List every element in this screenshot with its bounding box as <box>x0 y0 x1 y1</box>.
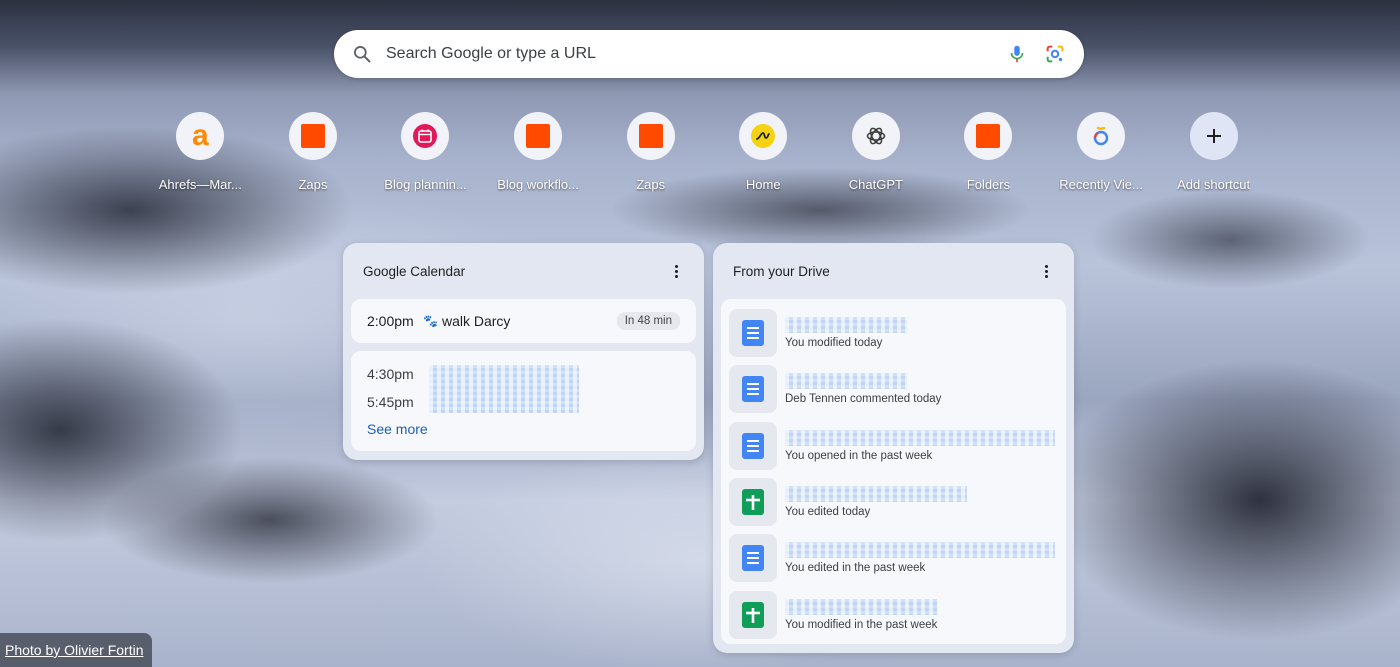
drive-card: From your Drive You modified today Deb T… <box>713 243 1074 653</box>
event-name: walk Darcy <box>441 313 511 329</box>
calendar-card: Google Calendar 2:00pm 🐾 walk Darcy In 4… <box>343 243 704 460</box>
search-box[interactable]: Search Google or type a URL <box>334 30 1084 78</box>
openai-icon <box>851 112 900 160</box>
file-activity: You edited today <box>785 506 871 519</box>
more-options-icon[interactable] <box>1038 263 1054 279</box>
event-countdown-badge: In 48 min <box>616 312 680 330</box>
drive-file-row[interactable]: Deb Tennen commented today <box>729 361 1058 417</box>
search-input[interactable]: Search Google or type a URL <box>386 45 990 63</box>
shortcut-folders[interactable]: Folders <box>932 112 1045 192</box>
redacted-file-name <box>785 429 1055 446</box>
search-icon <box>354 46 371 63</box>
drive-file-row[interactable]: You modified in the past week <box>729 586 1058 642</box>
file-activity: You modified in the past week <box>785 618 938 631</box>
file-activity: You opened in the past week <box>785 449 933 462</box>
shortcut-label: Folders <box>966 177 1011 192</box>
colorful-ring-icon <box>1077 112 1126 160</box>
drive-file-row[interactable]: You edited in the past week <box>729 530 1058 586</box>
voice-search-icon[interactable] <box>1006 43 1028 65</box>
calendar-app-icon <box>401 112 450 160</box>
photo-credit-link[interactable]: Photo by Olivier Fortin <box>5 642 144 658</box>
paw-emoji-icon: 🐾 <box>423 314 438 328</box>
zapier-square-icon <box>626 112 675 160</box>
redacted-file-name <box>785 317 907 334</box>
shortcut-home[interactable]: Home <box>707 112 820 192</box>
add-shortcut-button[interactable]: Add shortcut <box>1157 112 1270 192</box>
shortcut-recently-viewed[interactable]: Recently Vie... <box>1045 112 1158 192</box>
drive-file-row[interactable]: You edited today <box>729 474 1058 530</box>
redacted-file-name <box>785 486 967 503</box>
google-docs-icon <box>729 534 777 583</box>
shortcut-label: Blog plannin... <box>384 177 467 192</box>
shortcut-label: Recently Vie... <box>1059 177 1143 192</box>
drive-card-title: From your Drive <box>733 263 830 279</box>
google-docs-icon <box>729 365 777 414</box>
more-options-icon[interactable] <box>668 263 684 279</box>
zapier-square-icon <box>288 112 337 160</box>
yellow-circle-logo-icon <box>739 112 788 160</box>
drive-file-row[interactable]: You opened in the past week <box>729 418 1058 474</box>
shortcut-chatgpt[interactable]: ChatGPT <box>820 112 933 192</box>
ahrefs-icon: a <box>176 112 225 160</box>
google-sheets-icon <box>729 590 777 639</box>
shortcut-label: Add shortcut <box>1177 177 1251 192</box>
redacted-event-titles <box>429 365 579 413</box>
shortcut-label: Ahrefs—Mar... <box>158 177 242 192</box>
plus-icon <box>1189 112 1238 160</box>
shortcut-label: Zaps <box>298 177 328 192</box>
redacted-file-name <box>785 373 907 390</box>
later-events: 4:30pm 5:45pm See more <box>351 351 696 451</box>
google-lens-icon[interactable] <box>1044 43 1066 65</box>
drive-file-list: You modified today Deb Tennen commented … <box>721 299 1066 644</box>
shortcut-label: Home <box>745 177 781 192</box>
drive-file-row[interactable]: You modified today <box>729 305 1058 361</box>
redacted-file-name <box>785 598 937 615</box>
shortcut-label: ChatGPT <box>848 177 903 192</box>
shortcut-label: Zaps <box>636 177 666 192</box>
shortcut-label: Blog workflo... <box>497 177 579 192</box>
photo-credit[interactable]: Photo by Olivier Fortin <box>0 633 152 667</box>
shortcut-zaps-2[interactable]: Zaps <box>594 112 707 192</box>
next-event[interactable]: 2:00pm 🐾 walk Darcy In 48 min <box>351 299 696 343</box>
zapier-square-icon <box>964 112 1013 160</box>
google-docs-icon <box>729 421 777 470</box>
see-more-link[interactable]: See more <box>367 421 428 437</box>
redacted-file-name <box>785 542 1055 559</box>
file-activity: Deb Tennen commented today <box>785 393 942 406</box>
shortcuts-row: a Ahrefs—Mar... Zaps Blog plannin... Blo… <box>144 112 1270 192</box>
shortcut-zaps[interactable]: Zaps <box>257 112 370 192</box>
shortcut-ahrefs[interactable]: a Ahrefs—Mar... <box>144 112 257 192</box>
shortcut-blog-workflow[interactable]: Blog workflo... <box>482 112 595 192</box>
file-activity: You modified today <box>785 337 883 350</box>
event-time: 2:00pm <box>367 313 414 329</box>
zapier-square-icon <box>514 112 563 160</box>
shortcut-blog-planning[interactable]: Blog plannin... <box>369 112 482 192</box>
calendar-card-title: Google Calendar <box>363 263 466 279</box>
google-docs-icon <box>729 309 777 358</box>
file-activity: You edited in the past week <box>785 562 926 575</box>
google-sheets-icon <box>729 478 777 527</box>
